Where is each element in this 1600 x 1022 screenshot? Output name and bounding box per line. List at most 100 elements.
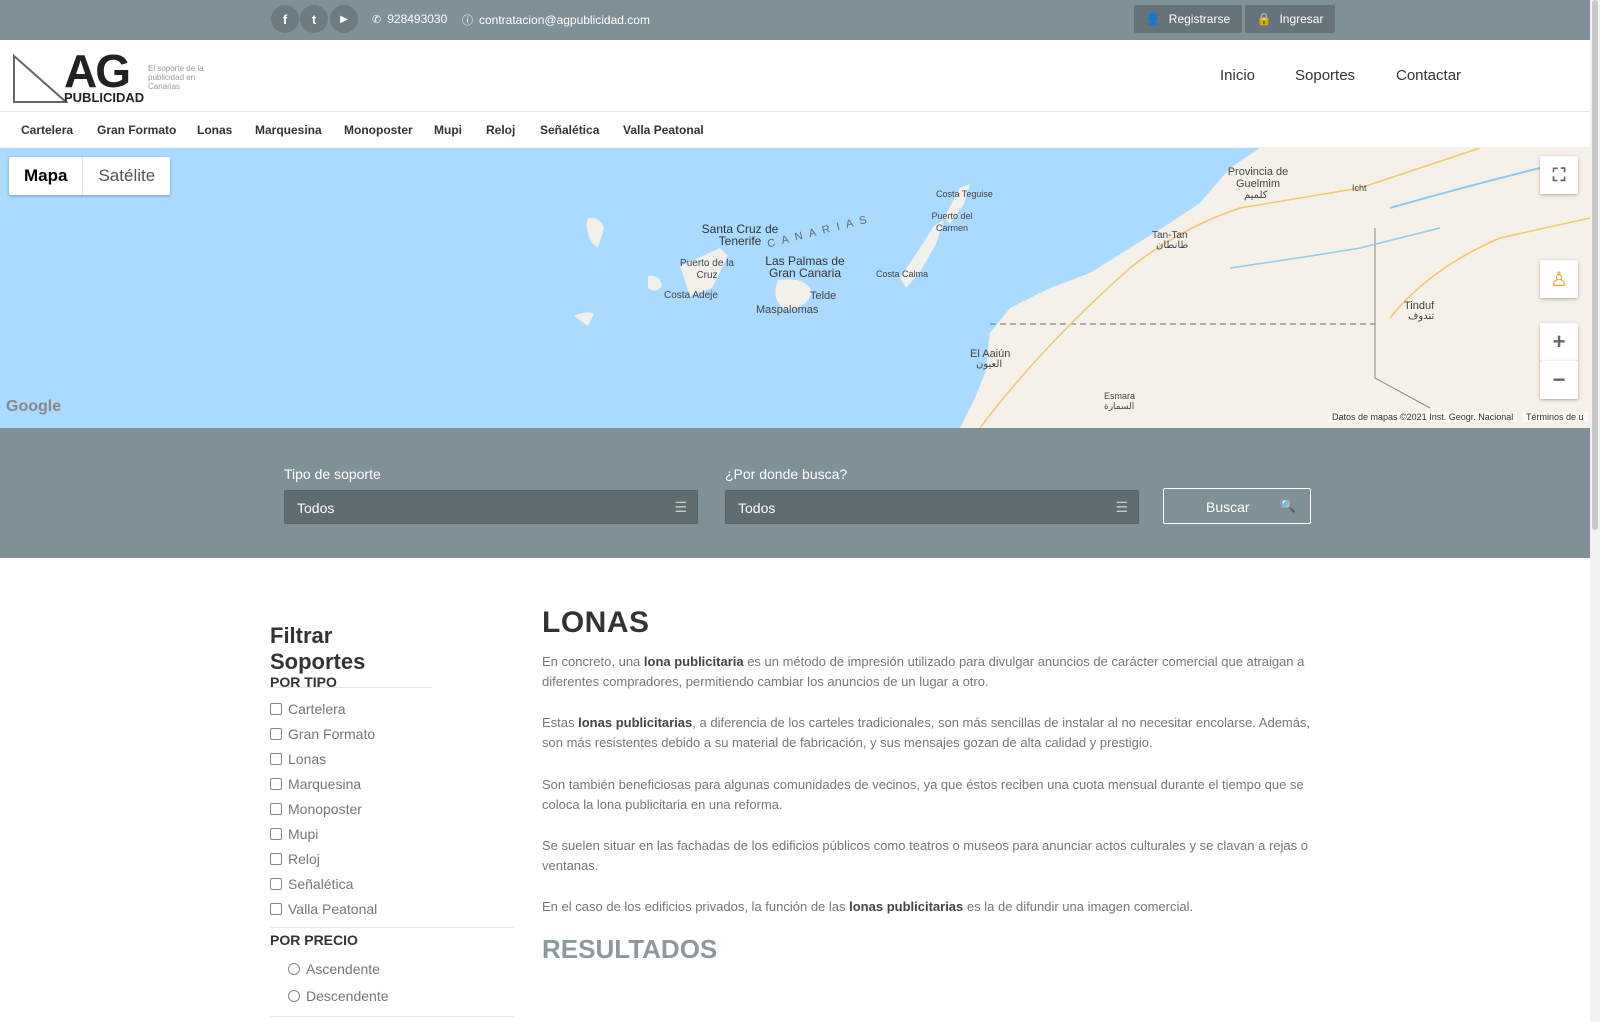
scrollbar-thumb[interactable] <box>1592 0 1598 530</box>
filter-type-label: Marquesina <box>288 776 362 792</box>
filter-type-label: Reloj <box>288 851 320 867</box>
nav-soportes[interactable]: Soportes <box>1295 67 1355 84</box>
facebook-icon[interactable]: f <box>271 5 299 33</box>
category-lonas[interactable]: Lonas <box>197 123 232 137</box>
filter-price-label: Descendente <box>306 988 389 1004</box>
checkbox[interactable] <box>270 828 282 840</box>
filter-type-senaletica[interactable]: Señalética <box>270 876 353 892</box>
zoom-in-icon[interactable]: + <box>1540 323 1578 361</box>
filter-type-reloj[interactable]: Reloj <box>270 851 320 867</box>
location-value: Todos <box>738 500 776 516</box>
checkbox[interactable] <box>270 703 282 715</box>
content-paragraph-1: En concreto, una lona publicitaria es un… <box>542 654 1305 689</box>
user-icon: 👤 <box>1145 12 1161 26</box>
filter-price-label: Ascendente <box>306 961 380 977</box>
email-address: contratacion@agpublicidad.com <box>479 13 650 27</box>
info-icon: ⓘ <box>462 15 473 27</box>
map-view[interactable]: Mapa Satélite Santa Cruz de Tenerife C A… <box>0 148 1590 428</box>
map-label-puerto-carmen: Puerto del Carmen <box>931 211 973 233</box>
filter-type-monoposter[interactable]: Monoposter <box>270 801 362 817</box>
map-label-puerto-cruz: Puerto de la Cruz <box>680 258 734 281</box>
nav-contactar[interactable]: Contactar <box>1396 67 1461 84</box>
filter-type-label: Mupi <box>288 826 319 842</box>
category-reloj[interactable]: Reloj <box>486 123 515 137</box>
youtube-icon[interactable]: ▶ <box>330 5 358 33</box>
map-label-guelmim-ar: كلميم <box>1244 190 1268 201</box>
filter-type-label: Señalética <box>288 876 354 892</box>
checkbox[interactable] <box>270 753 282 765</box>
map-terms-link[interactable]: Términos de u <box>1522 412 1588 422</box>
register-button[interactable]: 👤 Registrarse <box>1134 5 1242 33</box>
map-attribution: Datos de mapas ©2021 Inst. Geogr. Nacion… <box>1328 412 1518 422</box>
category-gran-formato[interactable]: Gran Formato <box>97 123 176 137</box>
map-label-las-palmas: Las Palmas de Gran Canaria <box>765 254 845 280</box>
map-type-satellite[interactable]: Satélite <box>83 157 170 195</box>
filter-divider <box>270 1016 514 1017</box>
phone-number: 928493030 <box>387 12 448 26</box>
street-view-pegman-icon[interactable]: ♙ <box>1540 260 1578 298</box>
content-paragraph-5: En el caso de los edificios privados, la… <box>542 899 1194 914</box>
map-label-icht: Icht <box>1352 183 1367 193</box>
login-button[interactable]: 🔒 Ingresar <box>1245 5 1335 33</box>
map-type-control: Mapa Satélite <box>9 157 171 195</box>
twitter-icon[interactable]: t <box>300 5 328 33</box>
top-bar: f t ▶ ✆ 928493030 ⓘ contratacion@agpubli… <box>0 0 1590 40</box>
checkbox[interactable] <box>270 903 282 915</box>
phone-contact[interactable]: ✆ 928493030 <box>372 12 447 26</box>
search-panel: Tipo de soporte Todos ☰ ¿Por donde busca… <box>0 428 1590 558</box>
category-senaletica[interactable]: Señalética <box>540 123 599 137</box>
login-label: Ingresar <box>1279 12 1324 26</box>
category-cartelera[interactable]: Cartelera <box>21 123 73 137</box>
checkbox[interactable] <box>270 853 282 865</box>
filter-type-cartelera[interactable]: Cartelera <box>270 701 346 717</box>
page-title: LONAS <box>542 606 650 639</box>
filter-type-label: Valla Peatonal <box>288 901 378 917</box>
site-header: AG PUBLICIDAD El soporte de la publicida… <box>0 40 1590 112</box>
filter-price-ascending[interactable]: Ascendente <box>288 961 380 977</box>
map-label-costa-teguise: Costa Teguise <box>936 189 993 199</box>
filter-price-descending[interactable]: Descendente <box>288 988 389 1004</box>
filter-type-mupi[interactable]: Mupi <box>270 826 318 842</box>
results-heading: RESULTADOS <box>542 934 718 964</box>
map-type-map[interactable]: Mapa <box>9 157 84 195</box>
page-scrollbar[interactable] <box>1590 0 1600 1022</box>
content-paragraph-3: Son también beneficiosas para algunas co… <box>542 777 1304 812</box>
site-logo[interactable]: AG PUBLICIDAD El soporte de la publicida… <box>12 45 212 106</box>
menu-icon: ☰ <box>674 499 687 515</box>
logo-sub-text: PUBLICIDAD <box>64 90 145 105</box>
location-select[interactable]: Todos ☰ <box>725 490 1139 524</box>
map-label-tan-tan-ar: طانطان <box>1156 240 1189 251</box>
logo-triangle-icon <box>13 53 68 103</box>
map-label-costa-calma: Costa Calma <box>876 269 929 279</box>
radio-button[interactable] <box>288 990 300 1002</box>
content-paragraph-2: Estas lonas publicitarias, a diferencia … <box>542 715 1311 750</box>
filter-type-valla-peatonal[interactable]: Valla Peatonal <box>270 901 377 917</box>
logo-tagline: El soporte de la publicidad en Canarias <box>148 64 204 91</box>
filter-type-gran-formato[interactable]: Gran Formato <box>270 726 375 742</box>
lock-icon: 🔒 <box>1256 12 1272 26</box>
category-valla-peatonal[interactable]: Valla Peatonal <box>623 123 704 137</box>
category-mupi[interactable]: Mupi <box>434 123 462 137</box>
radio-button[interactable] <box>288 963 300 975</box>
map-label-telde: Telde <box>810 290 837 302</box>
category-marquesina[interactable]: Marquesina <box>255 123 322 137</box>
checkbox[interactable] <box>270 728 282 740</box>
category-monoposter[interactable]: Monoposter <box>344 123 413 137</box>
email-contact[interactable]: ⓘ contratacion@agpublicidad.com <box>462 12 650 28</box>
filter-type-lonas[interactable]: Lonas <box>270 751 326 767</box>
checkbox[interactable] <box>270 803 282 815</box>
map-label-maspalomas: Maspalomas <box>756 304 819 316</box>
filter-by-price-heading: POR PRECIO <box>270 932 358 948</box>
map-label-guelmim: Provincia de Guelmim <box>1227 166 1289 190</box>
filter-type-marquesina[interactable]: Marquesina <box>270 776 361 792</box>
nav-inicio[interactable]: Inicio <box>1220 67 1255 84</box>
checkbox[interactable] <box>270 778 282 790</box>
map-label-costa-adeje: Costa Adeje <box>664 290 718 301</box>
checkbox[interactable] <box>270 878 282 890</box>
support-type-select[interactable]: Todos ☰ <box>284 490 698 524</box>
filter-divider <box>270 927 514 928</box>
zoom-out-icon[interactable]: − <box>1540 361 1578 399</box>
search-button[interactable]: Buscar 🔍 <box>1163 488 1311 524</box>
fullscreen-icon[interactable]: ⛶ <box>1540 156 1578 194</box>
phone-icon: ✆ <box>372 13 382 26</box>
